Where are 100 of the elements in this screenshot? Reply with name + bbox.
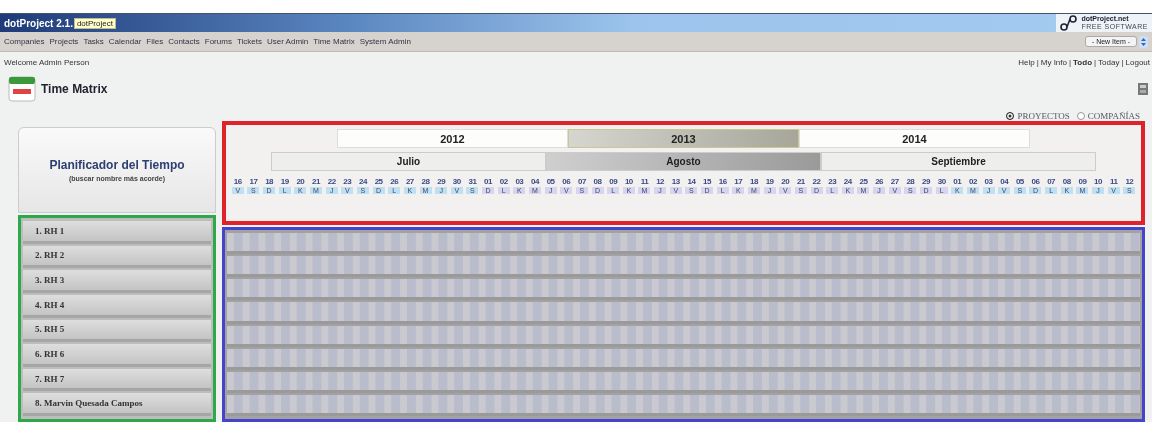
day-number: 31: [468, 177, 477, 186]
user-link[interactable]: Help: [1018, 57, 1035, 67]
day-number: 28: [421, 177, 430, 186]
spinner-icon[interactable]: [1139, 35, 1148, 48]
calendar-icon: [8, 76, 36, 102]
day-number: 20: [781, 177, 790, 186]
day-number: 26: [875, 177, 884, 186]
day-number: 17: [249, 177, 258, 186]
resource-row[interactable]: 4. RH 4: [23, 294, 211, 318]
day-number: 21: [796, 177, 805, 186]
resource-row[interactable]: 5. RH 5: [23, 319, 211, 343]
resource-row[interactable]: 3. RH 3: [23, 270, 211, 293]
day-number: 06: [562, 177, 571, 186]
menu-item[interactable]: Files: [146, 37, 164, 46]
resource-row[interactable]: 2. RH 2: [23, 245, 211, 269]
day-number: 23: [343, 177, 352, 186]
day-number: 25: [859, 177, 868, 186]
resource-row[interactable]: 1. RH 1: [23, 221, 211, 244]
day-number: 27: [405, 177, 414, 186]
separator: |: [1036, 57, 1039, 67]
day-number: 07: [577, 177, 586, 186]
radio-label[interactable]: COMPAÑÍAS: [1087, 111, 1140, 121]
resource-row[interactable]: 6. RH 6: [23, 344, 211, 367]
app-title: dotProject 2.1.: [4, 17, 73, 29]
year-tab[interactable]: 2013: [568, 129, 799, 148]
day-number: 24: [359, 177, 367, 186]
day-number: 21: [312, 177, 320, 186]
day-number: 14: [687, 177, 696, 186]
day-number: 28: [906, 177, 915, 186]
day-number: 11: [1109, 177, 1118, 186]
day-number: 03: [515, 177, 524, 186]
day-number: 03: [984, 177, 993, 186]
day-number: 25: [374, 177, 383, 186]
day-number: 11: [640, 177, 649, 186]
month-tab[interactable]: Julio: [271, 152, 546, 171]
day-number: 10: [624, 177, 633, 186]
day-number: 30: [452, 177, 461, 186]
day-number: 29: [922, 177, 930, 186]
page-title: Time Matrix: [41, 82, 108, 96]
day-number: 09: [1078, 177, 1087, 186]
menu-item[interactable]: User Admin: [266, 37, 309, 46]
day-number: 07: [1047, 177, 1056, 186]
year-tab[interactable]: 2012: [337, 129, 568, 148]
resource-row[interactable]: 7. RH 7: [23, 368, 211, 392]
menu-item[interactable]: Calendar: [108, 37, 142, 46]
day-number: 09: [609, 177, 618, 186]
menu-item[interactable]: Projects: [49, 37, 79, 46]
day-number: 05: [1015, 177, 1024, 186]
menu-item[interactable]: Time Matrix: [313, 37, 355, 46]
day-number: 16: [233, 177, 242, 186]
logo-icon: [1060, 15, 1079, 31]
year-tab[interactable]: 2014: [799, 129, 1030, 148]
day-number: 29: [437, 177, 446, 186]
user-link[interactable]: Todo: [1073, 57, 1092, 67]
separator: |: [1121, 57, 1124, 67]
month-tab[interactable]: Agosto: [546, 152, 821, 171]
separator: |: [1069, 57, 1072, 67]
month-tab[interactable]: Septiembre: [821, 152, 1096, 171]
day-number: 08: [1062, 177, 1071, 186]
day-number: 15: [703, 177, 711, 186]
user-link[interactable]: Today: [1098, 57, 1120, 67]
day-number: 19: [765, 177, 774, 186]
day-number: 01: [953, 177, 962, 186]
resource-row[interactable]: 8. Marvin Quesada Campos: [23, 393, 211, 416]
day-number: 05: [546, 177, 555, 186]
day-number: 19: [280, 177, 289, 186]
user-link[interactable]: Logout: [1125, 57, 1150, 67]
day-number: 24: [843, 177, 852, 186]
day-number: 17: [734, 177, 743, 186]
menu-item[interactable]: Tasks: [83, 37, 104, 46]
day-number: 08: [593, 177, 602, 186]
separator: |: [1094, 57, 1097, 67]
menu-item[interactable]: Tickets: [236, 37, 262, 46]
radio-label[interactable]: PROYECTOS: [1017, 111, 1070, 121]
radio-button[interactable]: [1076, 112, 1085, 120]
day-number: 18: [265, 177, 274, 186]
day-number: 12: [656, 177, 665, 186]
menu-item[interactable]: Forums: [204, 37, 232, 46]
day-number: 22: [812, 177, 821, 186]
day-number: 01: [484, 177, 492, 186]
radio-button[interactable]: [1006, 112, 1015, 120]
menu-item[interactable]: Companies: [4, 37, 45, 46]
day-number: 02: [968, 177, 977, 186]
help-icon[interactable]: [1138, 83, 1148, 95]
day-number: 04: [1000, 177, 1009, 186]
day-number: 26: [390, 177, 399, 186]
tooltip: dotProject: [73, 17, 116, 29]
welcome-text: Welcome Admin Person: [4, 57, 90, 67]
day-number: 02: [499, 177, 508, 186]
day-number: 27: [890, 177, 899, 186]
day-number: 16: [718, 177, 727, 186]
day-number: 06: [1031, 177, 1040, 186]
menu-item[interactable]: System Admin: [359, 37, 411, 46]
day-number: 04: [531, 177, 539, 186]
day-number: 22: [327, 177, 336, 186]
menu-item[interactable]: Contacts: [168, 37, 200, 46]
user-link[interactable]: My Info: [1040, 57, 1067, 67]
day-number: 30: [937, 177, 946, 186]
day-number: 23: [828, 177, 837, 186]
day-number: 20: [296, 177, 305, 186]
